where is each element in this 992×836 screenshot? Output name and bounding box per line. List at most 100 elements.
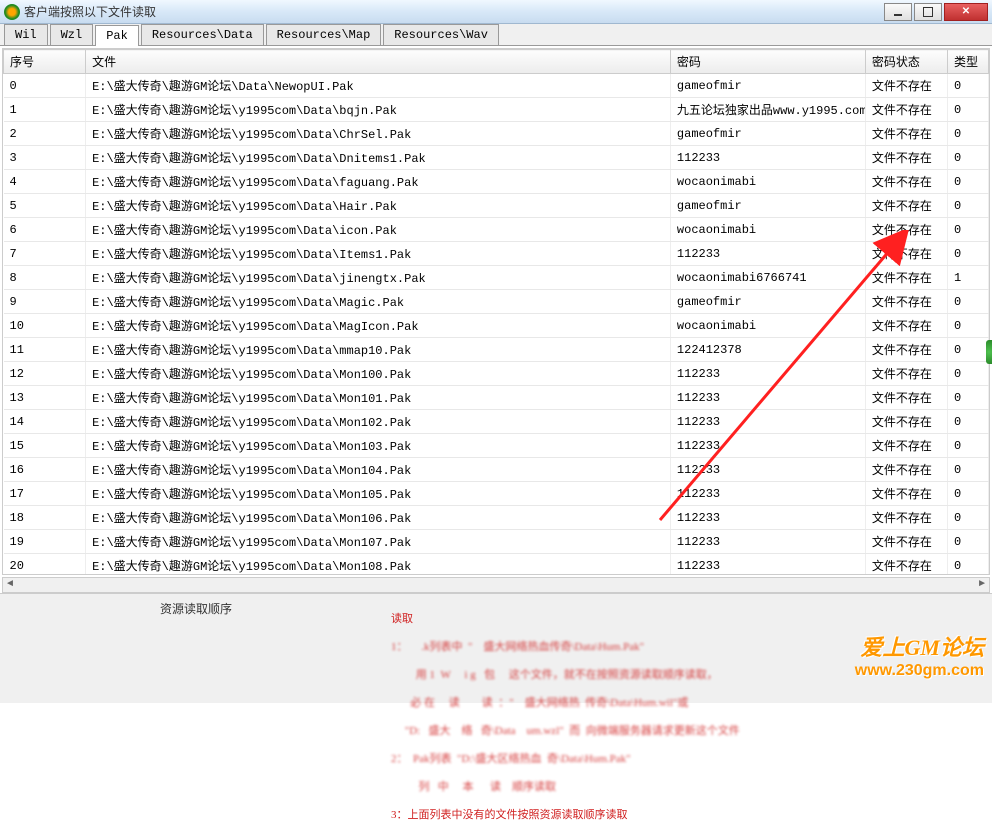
cell-file: E:\盛大传奇\趣游GM论坛\y1995com\Data\Mon107.Pak (86, 530, 671, 554)
table-row[interactable]: 13E:\盛大传奇\趣游GM论坛\y1995com\Data\Mon101.Pa… (4, 386, 989, 410)
cell-type: 0 (947, 506, 988, 530)
col-header-type[interactable]: 类型 (947, 50, 988, 74)
table-row[interactable]: 8E:\盛大传奇\趣游GM论坛\y1995com\Data\jinengtx.P… (4, 266, 989, 290)
app-icon (4, 4, 20, 20)
window-title: 客户端按照以下文件读取 (24, 3, 884, 20)
table-row[interactable]: 9E:\盛大传奇\趣游GM论坛\y1995com\Data\Magic.Pakg… (4, 290, 989, 314)
cell-status: 文件不存在 (865, 506, 947, 530)
cell-type: 0 (947, 242, 988, 266)
tab-wil[interactable]: Wil (4, 24, 48, 45)
cell-seq: 18 (4, 506, 86, 530)
cell-type: 0 (947, 362, 988, 386)
cell-seq: 2 (4, 122, 86, 146)
cell-type: 0 (947, 74, 988, 98)
table-row[interactable]: 11E:\盛大传奇\趣游GM论坛\y1995com\Data\mmap10.Pa… (4, 338, 989, 362)
minimize-button[interactable] (884, 3, 912, 21)
cell-type: 0 (947, 290, 988, 314)
cell-seq: 10 (4, 314, 86, 338)
table-row[interactable]: 5E:\盛大传奇\趣游GM论坛\y1995com\Data\Hair.Pakga… (4, 194, 989, 218)
cell-status: 文件不存在 (865, 290, 947, 314)
cell-status: 文件不存在 (865, 434, 947, 458)
cell-type: 0 (947, 146, 988, 170)
cell-pwd: 112233 (670, 434, 865, 458)
cell-type: 0 (947, 434, 988, 458)
table-row[interactable]: 17E:\盛大传奇\趣游GM论坛\y1995com\Data\Mon105.Pa… (4, 482, 989, 506)
col-header-seq[interactable]: 序号 (4, 50, 86, 74)
cell-type: 0 (947, 122, 988, 146)
cell-pwd: wocaonimabi6766741 (670, 266, 865, 290)
cell-file: E:\盛大传奇\趣游GM论坛\y1995com\Data\Mon105.Pak (86, 482, 671, 506)
cell-pwd: 112233 (670, 410, 865, 434)
cell-type: 0 (947, 386, 988, 410)
tab-resources-map[interactable]: Resources\Map (266, 24, 382, 45)
cell-status: 文件不存在 (865, 266, 947, 290)
tab-wzl[interactable]: Wzl (50, 24, 94, 45)
table-row[interactable]: 14E:\盛大传奇\趣游GM论坛\y1995com\Data\Mon102.Pa… (4, 410, 989, 434)
table-row[interactable]: 1E:\盛大传奇\趣游GM论坛\y1995com\Data\bqjn.Pak九五… (4, 98, 989, 122)
cell-file: E:\盛大传奇\趣游GM论坛\y1995com\Data\Magic.Pak (86, 290, 671, 314)
cell-seq: 4 (4, 170, 86, 194)
cell-pwd: 122412378 (670, 338, 865, 362)
cell-file: E:\盛大传奇\趣游GM论坛\y1995com\Data\Mon108.Pak (86, 554, 671, 576)
cell-type: 0 (947, 554, 988, 576)
cell-status: 文件不存在 (865, 362, 947, 386)
table-row[interactable]: 15E:\盛大传奇\趣游GM论坛\y1995com\Data\Mon103.Pa… (4, 434, 989, 458)
cell-pwd: 112233 (670, 554, 865, 576)
col-header-file[interactable]: 文件 (86, 50, 671, 74)
cell-pwd: 112233 (670, 386, 865, 410)
cell-seq: 0 (4, 74, 86, 98)
table-row[interactable]: 10E:\盛大传奇\趣游GM论坛\y1995com\Data\MagIcon.P… (4, 314, 989, 338)
tab-resources-data[interactable]: Resources\Data (141, 24, 264, 45)
table-row[interactable]: 12E:\盛大传奇\趣游GM论坛\y1995com\Data\Mon100.Pa… (4, 362, 989, 386)
cell-status: 文件不存在 (865, 74, 947, 98)
cell-file: E:\盛大传奇\趣游GM论坛\y1995com\Data\Mon100.Pak (86, 362, 671, 386)
cell-file: E:\盛大传奇\趣游GM论坛\y1995com\Data\Hair.Pak (86, 194, 671, 218)
tab-pak[interactable]: Pak (95, 25, 139, 46)
cell-type: 0 (947, 170, 988, 194)
cell-pwd: 112233 (670, 458, 865, 482)
cell-file: E:\盛大传奇\趣游GM论坛\y1995com\Data\icon.Pak (86, 218, 671, 242)
cell-type: 0 (947, 314, 988, 338)
table-row[interactable]: 19E:\盛大传奇\趣游GM论坛\y1995com\Data\Mon107.Pa… (4, 530, 989, 554)
table-row[interactable]: 7E:\盛大传奇\趣游GM论坛\y1995com\Data\Items1.Pak… (4, 242, 989, 266)
table-row[interactable]: 3E:\盛大传奇\趣游GM论坛\y1995com\Data\Dnitems1.P… (4, 146, 989, 170)
table-row[interactable]: 2E:\盛大传奇\趣游GM论坛\y1995com\Data\ChrSel.Pak… (4, 122, 989, 146)
table-row[interactable]: 16E:\盛大传奇\趣游GM论坛\y1995com\Data\Mon104.Pa… (4, 458, 989, 482)
cell-file: E:\盛大传奇\趣游GM论坛\y1995com\Data\ChrSel.Pak (86, 122, 671, 146)
cell-status: 文件不存在 (865, 410, 947, 434)
file-table-container[interactable]: 序号 文件 密码 密码状态 类型 0E:\盛大传奇\趣游GM论坛\Data\Ne… (2, 48, 990, 575)
cell-seq: 17 (4, 482, 86, 506)
cell-type: 0 (947, 410, 988, 434)
cell-type: 0 (947, 218, 988, 242)
horizontal-scrollbar[interactable] (2, 577, 990, 593)
table-row[interactable]: 6E:\盛大传奇\趣游GM论坛\y1995com\Data\icon.Pakwo… (4, 218, 989, 242)
table-row[interactable]: 20E:\盛大传奇\趣游GM论坛\y1995com\Data\Mon108.Pa… (4, 554, 989, 576)
cell-type: 0 (947, 482, 988, 506)
cell-status: 文件不存在 (865, 170, 947, 194)
cell-type: 0 (947, 458, 988, 482)
cell-file: E:\盛大传奇\趣游GM论坛\Data\NewopUI.Pak (86, 74, 671, 98)
tab-resources-wav[interactable]: Resources\Wav (383, 24, 499, 45)
cell-pwd: wocaonimabi (670, 218, 865, 242)
cell-file: E:\盛大传奇\趣游GM论坛\y1995com\Data\bqjn.Pak (86, 98, 671, 122)
cell-status: 文件不存在 (865, 554, 947, 576)
table-row[interactable]: 18E:\盛大传奇\趣游GM论坛\y1995com\Data\Mon106.Pa… (4, 506, 989, 530)
cell-seq: 16 (4, 458, 86, 482)
table-row[interactable]: 0E:\盛大传奇\趣游GM论坛\Data\NewopUI.Pakgameofmi… (4, 74, 989, 98)
cell-pwd: wocaonimabi (670, 170, 865, 194)
cell-seq: 8 (4, 266, 86, 290)
cell-seq: 1 (4, 98, 86, 122)
maximize-button[interactable] (914, 3, 942, 21)
resource-order-label: 资源读取顺序 (160, 600, 232, 617)
notes-text: 读取 1： .k列表中 " 盛大网络热血传奇\Data\Hum.Pak" 用 1… (380, 598, 740, 836)
cell-type: 0 (947, 338, 988, 362)
col-header-status[interactable]: 密码状态 (865, 50, 947, 74)
cell-status: 文件不存在 (865, 146, 947, 170)
table-row[interactable]: 4E:\盛大传奇\趣游GM论坛\y1995com\Data\faguang.Pa… (4, 170, 989, 194)
cell-seq: 12 (4, 362, 86, 386)
cell-seq: 6 (4, 218, 86, 242)
cell-file: E:\盛大传奇\趣游GM论坛\y1995com\Data\MagIcon.Pak (86, 314, 671, 338)
cell-pwd: 112233 (670, 482, 865, 506)
col-header-pwd[interactable]: 密码 (670, 50, 865, 74)
close-button[interactable] (944, 3, 988, 21)
